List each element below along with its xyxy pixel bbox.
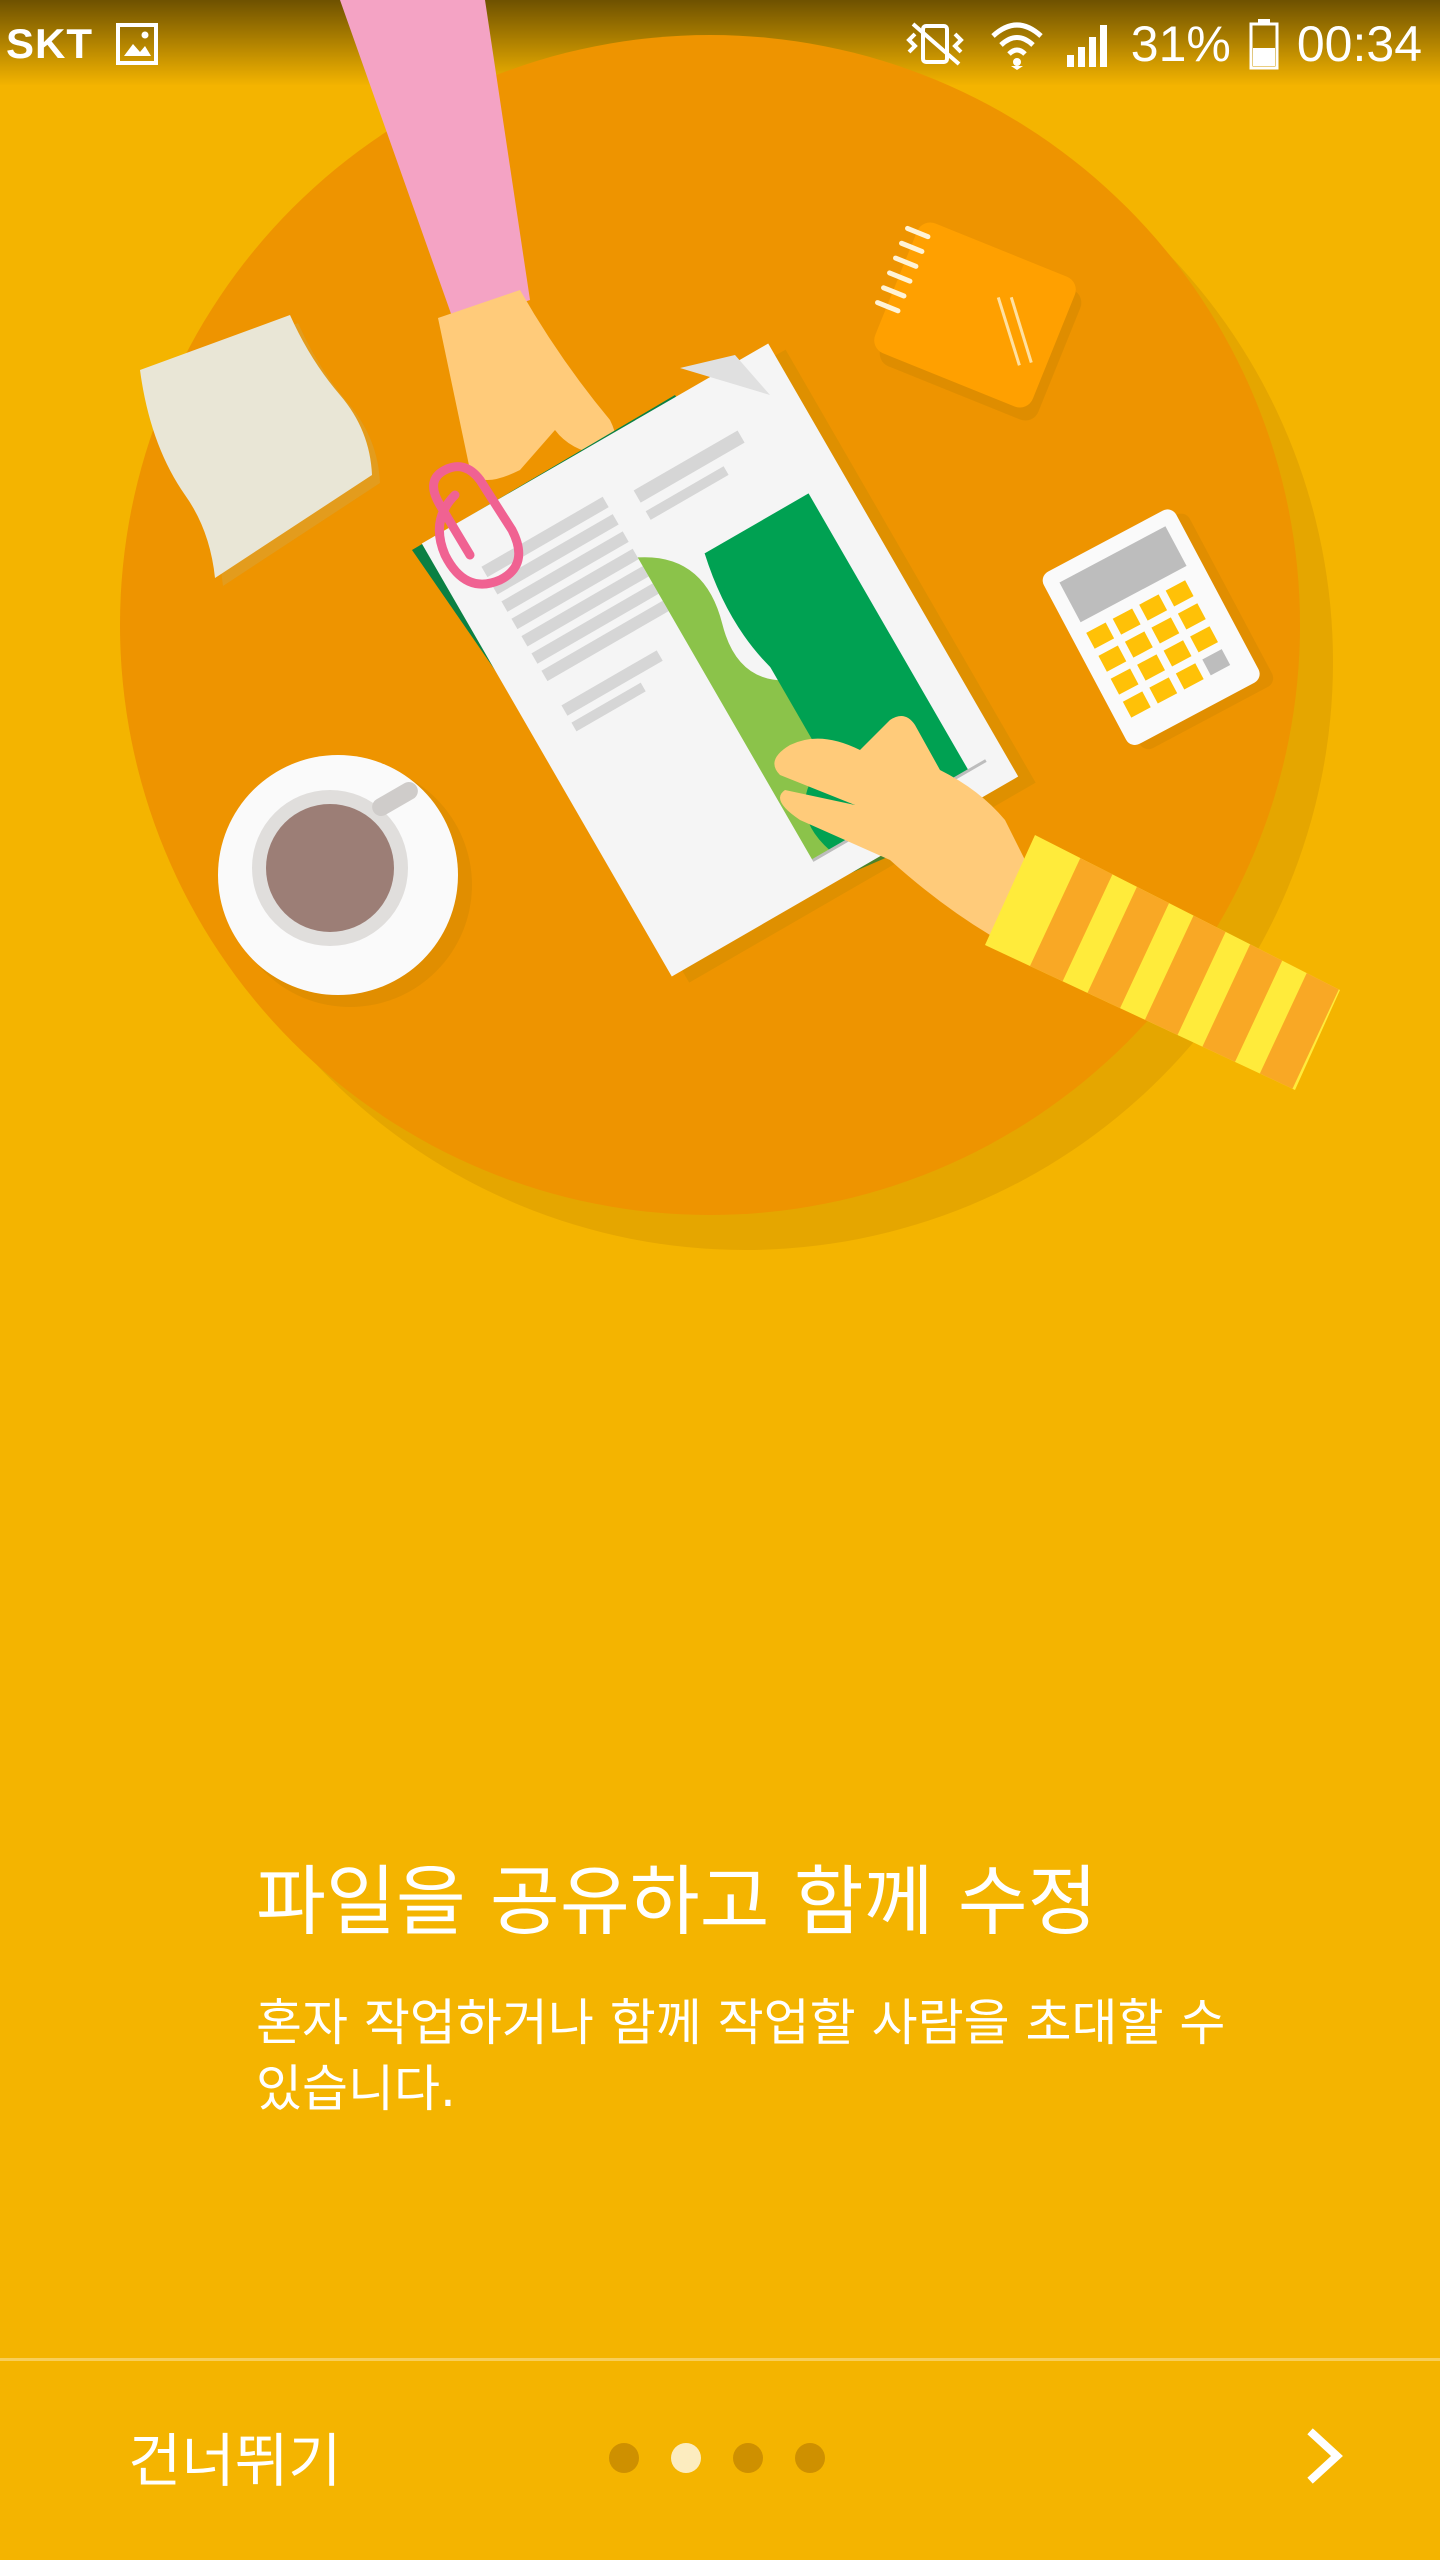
onboarding-description: 혼자 작업하거나 함께 작업할 사람을 초대할 수 있습니다. [256,1994,1226,2118]
page-indicator [609,2443,825,2473]
next-button[interactable] [1270,2403,1380,2513]
page-dot-4 [795,2443,825,2473]
bottom-navigation-bar: 건너뛰기 [0,2361,1440,2560]
page-dot-3 [733,2443,763,2473]
onboarding-title: 파일을 공유하고 함께 수정 [256,1857,1098,1946]
page-dot-2-active [671,2443,701,2473]
skip-button[interactable]: 건너뛰기 [100,2401,369,2511]
chevron-right-icon [1303,2428,1347,2488]
page-dot-1 [609,2443,639,2473]
onboarding-illustration [0,0,1440,1300]
